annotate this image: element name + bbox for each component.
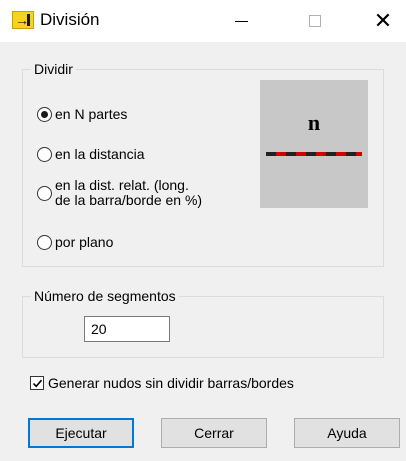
maximize-button[interactable] bbox=[292, 0, 338, 42]
radio-label: por plano bbox=[55, 234, 114, 250]
preview-dashed-line bbox=[266, 152, 362, 156]
radio-by-plane[interactable]: por plano bbox=[37, 234, 113, 250]
generate-nodes-checkbox-row[interactable]: Generar nudos sin dividir barras/bordes bbox=[30, 375, 294, 391]
close-dialog-button[interactable]: Cerrar bbox=[161, 418, 267, 448]
radio-label: en la dist. relat. (long. de la barra/bor… bbox=[55, 178, 202, 208]
radio-circle[interactable] bbox=[37, 106, 52, 122]
help-button[interactable]: Ayuda bbox=[294, 418, 400, 448]
segments-input[interactable] bbox=[84, 316, 170, 342]
divide-group-legend: Dividir bbox=[31, 61, 76, 77]
radio-label-line1: en la dist. relat. (long. bbox=[55, 177, 189, 193]
checkmark-icon bbox=[32, 379, 42, 387]
radio-circle[interactable] bbox=[37, 234, 52, 250]
minimize-icon bbox=[234, 20, 248, 22]
execute-label: Ejecutar bbox=[55, 425, 107, 441]
help-label: Ayuda bbox=[327, 425, 367, 441]
generate-nodes-checkbox[interactable] bbox=[30, 376, 44, 390]
title-bar: → División ✕ bbox=[0, 0, 406, 42]
radio-n-parts[interactable]: en N partes bbox=[37, 106, 127, 122]
radio-circle[interactable] bbox=[37, 185, 52, 201]
radio-label-line2: de la barra/borde en %) bbox=[55, 192, 203, 208]
radio-label: en la distancia bbox=[55, 146, 145, 162]
maximize-icon bbox=[309, 15, 321, 27]
segments-group: Número de segmentos bbox=[22, 288, 384, 358]
radio-circle[interactable] bbox=[37, 146, 52, 162]
radio-label: en N partes bbox=[55, 106, 128, 122]
dialog-body: Dividir en N partes en la distancia en l… bbox=[0, 42, 406, 461]
split-bar-icon: → bbox=[12, 11, 34, 29]
close-label: Cerrar bbox=[194, 425, 234, 441]
close-button[interactable]: ✕ bbox=[360, 0, 406, 42]
radio-distance[interactable]: en la distancia bbox=[37, 146, 145, 162]
close-icon: ✕ bbox=[373, 8, 393, 33]
generate-nodes-label: Generar nudos sin dividir barras/bordes bbox=[48, 375, 294, 391]
radio-relative-distance[interactable]: en la dist. relat. (long. de la barra/bor… bbox=[37, 178, 202, 208]
division-preview-image: n bbox=[260, 80, 368, 208]
window-title: División bbox=[40, 10, 100, 29]
minimize-button[interactable] bbox=[218, 0, 264, 42]
segments-group-legend: Número de segmentos bbox=[31, 288, 179, 304]
execute-button[interactable]: Ejecutar bbox=[28, 418, 134, 448]
preview-symbol: n bbox=[307, 110, 321, 135]
